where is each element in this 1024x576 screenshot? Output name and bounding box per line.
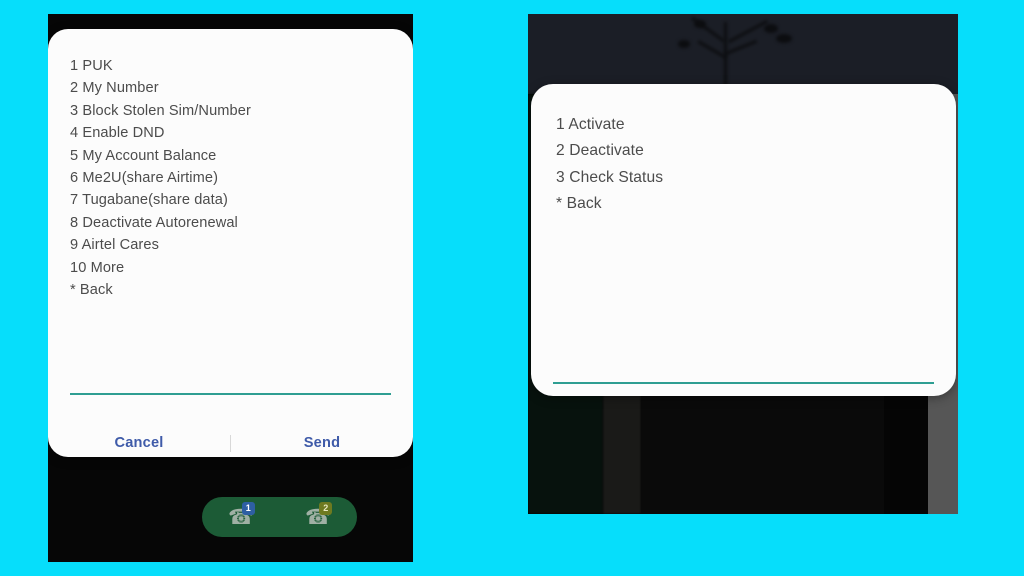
cancel-button[interactable]: Cancel <box>48 429 230 457</box>
call-button-sim2[interactable]: ☎ 2 <box>280 497 358 537</box>
menu-item: 2 My Number <box>70 80 159 97</box>
branch-silhouette <box>678 40 690 48</box>
sim2-badge: 2 <box>319 502 333 515</box>
ussd-reply-input-wrapper[interactable] <box>553 356 934 384</box>
menu-item: 6 Me2U(share Airtime) <box>70 170 219 187</box>
branch-silhouette <box>694 20 706 28</box>
menu-item: 7 Tugabane(share data) <box>70 192 228 209</box>
ussd-reply-input[interactable] <box>70 367 391 395</box>
branch-silhouette <box>697 40 727 59</box>
menu-item: 5 My Account Balance <box>70 147 217 164</box>
menu-item: 10 More <box>70 259 125 276</box>
ussd-reply-input[interactable] <box>553 356 934 384</box>
menu-item: * Back <box>556 195 602 213</box>
menu-item: * Back <box>70 282 113 299</box>
menu-item: 4 Enable DND <box>70 125 165 142</box>
ussd-dialog-sub-menu: 1 Activate 2 Deactivate 3 Check Status *… <box>531 84 956 396</box>
branch-silhouette <box>727 19 769 44</box>
branch-silhouette <box>776 34 792 43</box>
menu-item: 8 Deactivate Autorenewal <box>70 214 238 231</box>
menu-item: 3 Check Status <box>556 168 664 186</box>
ussd-reply-input-wrapper[interactable] <box>70 367 391 395</box>
menu-item: 1 Activate <box>556 116 625 133</box>
right-phone-screen: 11:12 am 10:52 am 10:39 am 7 PQRS 8 TUV … <box>528 14 958 514</box>
menu-item: 1 PUK <box>70 58 113 74</box>
dual-sim-call-bar: ☎ 1 ☎ 2 <box>202 497 357 537</box>
ussd-menu-list-main: 1 PUK 2 My Number 3 Block Stolen Sim/Num… <box>48 29 413 301</box>
branch-silhouette <box>764 24 778 33</box>
ussd-menu-list-sub: 1 Activate 2 Deactivate 3 Check Status *… <box>531 84 956 218</box>
right-phone-wallpaper-top <box>528 14 958 94</box>
screenshot-canvas: 1 PUK 2 My Number 3 Block Stolen Sim/Num… <box>0 0 1024 576</box>
ussd-dialog-main-menu: 1 PUK 2 My Number 3 Block Stolen Sim/Num… <box>48 29 413 457</box>
sim1-badge: 1 <box>241 502 255 515</box>
menu-item: 3 Block Stolen Sim/Number <box>70 102 251 119</box>
ussd-dialog-actions: Cancel Send <box>48 429 413 457</box>
call-button-sim1[interactable]: ☎ 1 <box>202 497 280 537</box>
menu-item: 2 Deactivate <box>556 142 644 160</box>
send-button[interactable]: Send <box>231 429 413 457</box>
menu-item: 9 Airtel Cares <box>70 237 159 254</box>
left-phone-screen: 1 PUK 2 My Number 3 Block Stolen Sim/Num… <box>48 14 413 562</box>
